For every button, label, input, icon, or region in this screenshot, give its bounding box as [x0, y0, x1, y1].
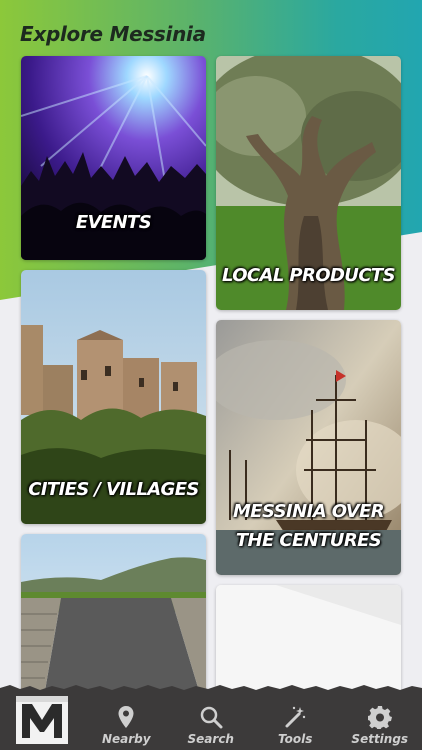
tile-messinia-over-the-centuries[interactable]: MESSINIA OVER THE CENTURES: [216, 320, 401, 575]
tab-home-logo[interactable]: [0, 690, 84, 750]
tile-local-products-label: LOCAL PRODUCTS: [222, 265, 396, 286]
tile-events[interactable]: EVENTS: [21, 56, 206, 260]
tab-tools-label: Tools: [278, 732, 313, 746]
messinia-logo-icon: [16, 696, 68, 744]
magic-wand-icon: [283, 704, 307, 730]
tab-settings[interactable]: Settings: [338, 690, 422, 750]
tab-nearby-label: Nearby: [101, 732, 151, 746]
location-pin-icon: [117, 704, 135, 730]
tab-nearby[interactable]: Nearby: [84, 690, 169, 750]
gear-icon: [367, 704, 392, 730]
tab-search-label: Search: [187, 732, 234, 746]
tab-search[interactable]: Search: [169, 690, 254, 750]
search-icon: [199, 704, 223, 730]
tab-tools[interactable]: Tools: [253, 690, 338, 750]
page-title: Explore Messinia: [20, 22, 206, 46]
tile-local-products[interactable]: LOCAL PRODUCTS: [216, 56, 401, 310]
tile-cities-villages-label: CITIES / VILLAGES: [28, 479, 199, 500]
tab-settings-label: Settings: [351, 732, 409, 746]
tile-events-label: EVENTS: [75, 212, 152, 233]
tile-messinia-over-the-centuries-label: MESSINIA OVER THE CENTURES: [232, 501, 385, 551]
tile-cities-villages[interactable]: CITIES / VILLAGES: [21, 270, 206, 524]
bottom-tab-bar: Nearby Search Tools Settings: [0, 685, 422, 750]
